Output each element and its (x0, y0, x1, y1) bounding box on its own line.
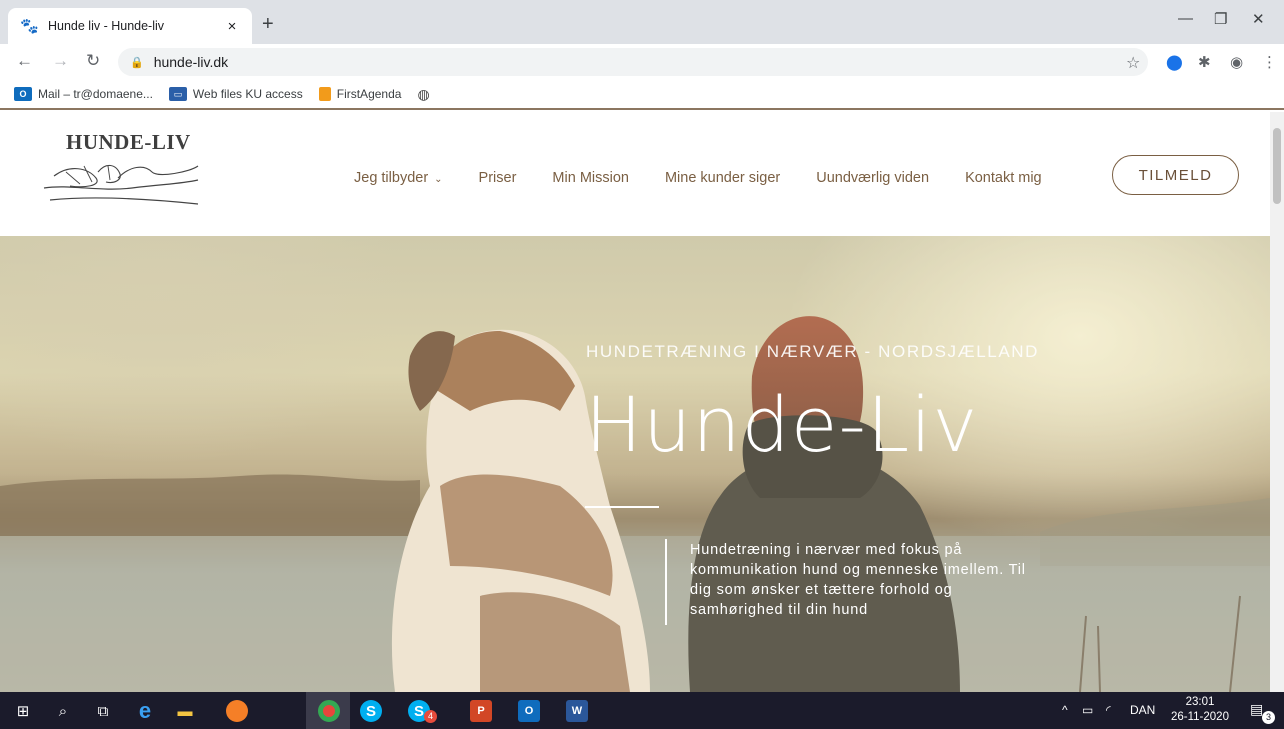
chrome-icon[interactable] (318, 700, 340, 722)
menu-kebab-icon[interactable]: ⋮ (1262, 53, 1277, 71)
chevron-down-icon: ⌄ (434, 174, 443, 185)
window-close-icon[interactable]: ✕ (1252, 10, 1265, 28)
nav-item-priser[interactable]: Priser (479, 170, 517, 186)
skype-icon[interactable]: S (360, 700, 382, 722)
nav-item-mine-kunder-siger[interactable]: Mine kunder siger (665, 170, 780, 186)
nav-item-jeg-tilbyder[interactable]: Jeg tilbyder ⌄ (354, 170, 443, 186)
search-icon[interactable]: ⌕ (52, 700, 74, 722)
hero-quote-bar (665, 539, 667, 625)
word-icon[interactable]: W (566, 700, 588, 722)
site-header: HUNDE-LIV Jeg tilbyder ⌄ Priser Min Missi… (0, 112, 1284, 236)
restore-icon[interactable]: ❐ (1214, 10, 1227, 28)
page-scrollbar[interactable] (1270, 112, 1284, 692)
main-nav: Jeg tilbyder ⌄ Priser Min Mission Mine ku… (354, 170, 1078, 186)
signup-button[interactable]: TILMELD (1112, 155, 1239, 195)
tab-title: Hunde liv - Hunde-liv (48, 19, 165, 33)
bookmark-ku-files[interactable]: ▭ Web files KU access (168, 87, 303, 101)
nav-item-min-mission[interactable]: Min Mission (552, 170, 629, 186)
lock-icon: 🔒 (130, 56, 144, 69)
outlook-taskbar-icon[interactable]: O (518, 700, 540, 722)
profile-avatar-icon[interactable]: ◉ (1230, 53, 1243, 71)
notification-count-badge: 3 (1262, 711, 1275, 724)
nav-item-kontakt-mig[interactable]: Kontakt mig (965, 170, 1042, 186)
system-clock[interactable]: 23:01 26-11-2020 (1168, 695, 1232, 725)
bookmark-firstagenda[interactable]: FirstAgenda (318, 87, 402, 101)
windows-taskbar: ⊞ ⌕ ⧉ e ▬ S S 4 P O W ^ ▭ ◜ DAN 23:01 26… (0, 692, 1284, 729)
nav-item-uundvaerlig-viden[interactable]: Uundværlig viden (816, 170, 929, 186)
hero-description: Hundetræning i nærvær med fokus på kommu… (690, 542, 1026, 618)
site-logo[interactable]: HUNDE-LIV (66, 130, 191, 155)
scrollbar-thumb[interactable] (1273, 128, 1281, 204)
bookmark-mail[interactable]: O Mail – tr@domaene... (14, 87, 153, 101)
minimize-icon[interactable]: — (1178, 10, 1193, 27)
bookmark-label: Mail – tr@domaene... (38, 87, 153, 101)
bookmarks-bar: O Mail – tr@domaene... ▭ Web files KU ac… (0, 80, 1284, 110)
address-bar[interactable]: 🔒 hunde-liv.dk (118, 48, 1148, 76)
new-tab-button[interactable]: + (262, 13, 274, 36)
hand-paw-logo-icon (43, 164, 199, 205)
tab-close-icon[interactable]: × (224, 18, 240, 35)
clock-date: 26-11-2020 (1171, 711, 1229, 723)
url-text: hunde-liv.dk (153, 54, 229, 70)
task-view-icon[interactable]: ⧉ (92, 700, 114, 722)
extension-o-icon[interactable]: ⬤ (1166, 53, 1183, 71)
tray-chevron-up-icon[interactable]: ^ (1062, 703, 1068, 717)
globe-icon: ◍ (417, 85, 430, 102)
clock-time: 23:01 (1185, 696, 1215, 708)
paw-favicon-icon: 🐾 (20, 18, 39, 35)
windows-start-icon[interactable]: ⊞ (12, 700, 34, 722)
firefox-icon[interactable] (226, 700, 248, 722)
wifi-icon[interactable]: ◜ (1106, 703, 1111, 717)
file-explorer-icon[interactable]: ▬ (174, 700, 196, 722)
browser-tab-bar: 🐾 Hunde liv - Hunde-liv × + — ❐ ✕ (0, 0, 1284, 44)
bookmark-label: FirstAgenda (336, 87, 402, 101)
browser-toolbar: ← → ↻ 🔒 hunde-liv.dk ☆ ⬤ ✱ ◉ ⋮ (0, 44, 1284, 80)
extensions-puzzle-icon[interactable]: ✱ (1198, 53, 1211, 71)
hero-divider (585, 506, 659, 508)
bookmark-label: Web files KU access (192, 87, 303, 101)
ku-icon: ▭ (168, 87, 187, 101)
powerpoint-icon[interactable]: P (470, 700, 492, 722)
hero-section: HUNDETRÆNING I NÆRVÆR - NORDSJÆLLAND Hun… (0, 236, 1270, 692)
bookmark-star-icon[interactable]: ☆ (1126, 53, 1140, 73)
browser-tab[interactable]: 🐾 Hunde liv - Hunde-liv × (8, 8, 252, 44)
skype-notification-badge: 4 (424, 710, 437, 723)
hero-subtitle: HUNDETRÆNING I NÆRVÆR - NORDSJÆLLAND (586, 342, 1040, 361)
firstagenda-icon (318, 87, 331, 101)
edge-browser-icon[interactable]: e (134, 698, 156, 723)
nav-item-label: Jeg tilbyder (354, 170, 429, 186)
language-indicator[interactable]: DAN (1130, 703, 1155, 717)
hero-title: Hunde-Liv (585, 380, 979, 469)
battery-icon[interactable]: ▭ (1082, 703, 1093, 717)
forward-arrow-icon[interactable]: → (52, 51, 69, 71)
outlook-icon: O (14, 87, 32, 101)
back-arrow-icon[interactable]: ← (16, 51, 33, 71)
reload-icon[interactable]: ↻ (86, 51, 100, 71)
bookmark-globe[interactable]: ◍ (417, 86, 429, 103)
